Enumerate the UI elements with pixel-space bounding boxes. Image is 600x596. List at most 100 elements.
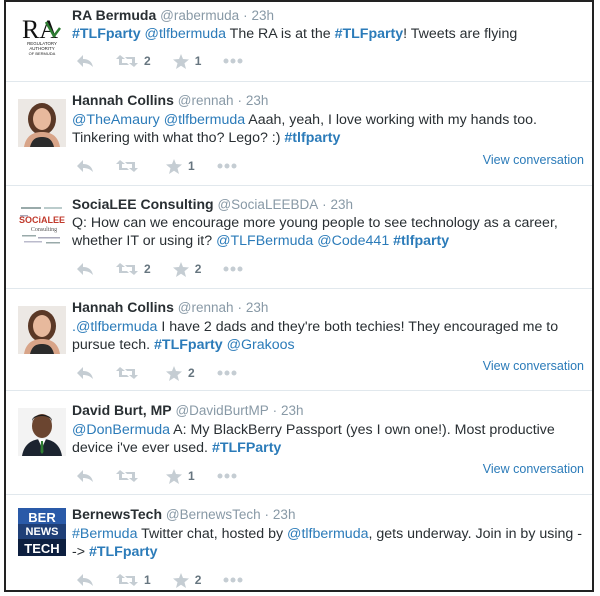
timestamp[interactable]: 23h xyxy=(331,197,354,212)
mention[interactable]: @tlfbermuda xyxy=(164,112,245,128)
view-conversation-link[interactable]: View conversation xyxy=(483,462,584,476)
more-icon xyxy=(217,473,237,479)
favorite-button[interactable]: 1 xyxy=(172,53,201,69)
favorite-button[interactable]: 2 xyxy=(166,365,195,381)
favorite-button[interactable]: 2 xyxy=(172,261,201,277)
more-button[interactable] xyxy=(223,577,243,583)
reply-button[interactable] xyxy=(76,469,94,483)
hashtag[interactable]: #Bermuda xyxy=(72,526,137,542)
more-button[interactable] xyxy=(217,163,237,169)
logo-line-1: BER xyxy=(28,510,56,525)
author-handle[interactable]: @SociaLEEBDA xyxy=(217,197,318,212)
mention[interactable]: @DonBermuda xyxy=(72,422,170,438)
star-icon xyxy=(166,468,182,484)
avatar[interactable] xyxy=(18,99,66,147)
avatar[interactable]: RA REGULATORY AUTHORITY OF BERMUDA xyxy=(18,12,66,60)
favorite-button[interactable]: 1 xyxy=(166,158,195,174)
tweet-actions: 2 2 xyxy=(76,260,265,278)
reply-button[interactable] xyxy=(76,159,94,173)
author-handle[interactable]: @rennah xyxy=(178,300,234,315)
favorite-button[interactable]: 2 xyxy=(172,572,201,588)
tweet-header: RA Bermuda @rabermuda · 23h xyxy=(72,7,274,23)
tweet-actions: 2 1 xyxy=(76,52,265,70)
author-handle[interactable]: @rabermuda xyxy=(160,8,239,23)
tweet[interactable]: Hannah Collins @rennah · 23h @TheAmaury … xyxy=(6,82,592,186)
author-name[interactable]: BernewsTech xyxy=(72,506,162,522)
tweet[interactable]: BER NEWS TECH BernewsTech @BernewsTech ·… xyxy=(6,495,592,590)
timestamp[interactable]: 23h xyxy=(246,300,269,315)
view-conversation-link[interactable]: View conversation xyxy=(483,359,584,373)
tweet[interactable]: Hannah Collins @rennah · 23h .@tlfbermud… xyxy=(6,289,592,391)
favorite-count: 1 xyxy=(188,469,195,483)
logo-text: RA xyxy=(22,15,58,44)
retweet-button[interactable] xyxy=(116,469,144,483)
reply-icon xyxy=(77,160,93,172)
avatar[interactable] xyxy=(18,408,66,456)
mention[interactable]: @tlfbermuda xyxy=(287,526,368,542)
reply-button[interactable] xyxy=(76,262,94,276)
avatar[interactable] xyxy=(18,306,66,354)
reply-icon xyxy=(77,470,93,482)
mention[interactable]: @TLFBermuda xyxy=(216,233,313,249)
author-name[interactable]: David Burt, MP xyxy=(72,402,172,418)
timestamp[interactable]: 23h xyxy=(251,8,274,23)
tweet[interactable]: David Burt, MP @DavidBurtMP · 23h @DonBe… xyxy=(6,391,592,495)
timestamp[interactable]: 23h xyxy=(273,507,296,522)
reply-button[interactable] xyxy=(76,366,94,380)
retweet-button[interactable]: 2 xyxy=(116,262,151,276)
more-icon xyxy=(223,266,243,272)
hashtag[interactable]: #TLFparty xyxy=(72,26,141,42)
author-handle[interactable]: @DavidBurtMP xyxy=(175,403,268,418)
retweet-icon xyxy=(116,160,138,172)
more-icon xyxy=(223,577,243,583)
view-conversation-link[interactable]: View conversation xyxy=(483,153,584,167)
mention[interactable]: @Grakoos xyxy=(227,337,295,353)
tweet[interactable]: RA REGULATORY AUTHORITY OF BERMUDA RA Be… xyxy=(6,2,592,82)
tweet-text: @TheAmaury @tlfbermuda Aaah, yeah, I lov… xyxy=(72,111,582,147)
hashtag[interactable]: #TLFparty xyxy=(154,337,223,353)
mention[interactable]: @Code441 xyxy=(317,233,389,249)
socialee-logo: SOCiALEE Consulting xyxy=(18,201,66,249)
retweet-button[interactable] xyxy=(116,159,144,173)
mention[interactable]: .@tlfbermuda xyxy=(72,319,157,335)
tweet[interactable]: SOCiALEE Consulting SociaLEE Consulting … xyxy=(6,186,592,289)
retweet-count: 2 xyxy=(144,262,151,276)
author-name[interactable]: Hannah Collins xyxy=(72,299,174,315)
favorite-button[interactable]: 1 xyxy=(166,468,195,484)
retweet-icon xyxy=(116,574,138,586)
author-name[interactable]: Hannah Collins xyxy=(72,92,174,108)
star-icon xyxy=(172,53,189,69)
more-button[interactable] xyxy=(217,370,237,376)
more-button[interactable] xyxy=(223,58,243,64)
hashtag[interactable]: #TLFParty xyxy=(212,440,281,456)
bernews-tech-logo: BER NEWS TECH xyxy=(18,508,66,556)
timestamp[interactable]: 23h xyxy=(281,403,304,418)
hashtag[interactable]: #TLFparty xyxy=(335,26,404,42)
favorite-count: 2 xyxy=(188,366,195,380)
timestamp[interactable]: 23h xyxy=(246,93,269,108)
mention[interactable]: @TheAmaury xyxy=(72,112,160,128)
retweet-button[interactable]: 2 xyxy=(116,54,151,68)
author-handle[interactable]: @BernewsTech xyxy=(166,507,261,522)
tweet-header: SociaLEE Consulting @SociaLEEBDA · 23h xyxy=(72,196,353,212)
separator: · xyxy=(264,507,270,522)
mention[interactable]: @tlfbermuda xyxy=(145,26,226,42)
reply-button[interactable] xyxy=(76,54,94,68)
more-button[interactable] xyxy=(217,473,237,479)
avatar[interactable]: SOCiALEE Consulting xyxy=(18,201,66,249)
favorite-count: 1 xyxy=(188,159,195,173)
author-name[interactable]: SociaLEE Consulting xyxy=(72,196,214,212)
hashtag[interactable]: #tlfparty xyxy=(284,130,340,146)
hashtag[interactable]: #tlfparty xyxy=(393,233,449,249)
author-handle[interactable]: @rennah xyxy=(178,93,234,108)
retweet-button[interactable]: 1 xyxy=(116,573,151,587)
reply-button[interactable] xyxy=(76,573,94,587)
author-name[interactable]: RA Bermuda xyxy=(72,7,156,23)
reply-icon xyxy=(77,367,93,379)
more-button[interactable] xyxy=(223,266,243,272)
avatar[interactable]: BER NEWS TECH xyxy=(18,508,66,556)
star-icon xyxy=(172,261,189,277)
retweet-count: 1 xyxy=(144,573,151,587)
retweet-button[interactable] xyxy=(116,366,144,380)
hashtag[interactable]: #TLFparty xyxy=(89,544,158,560)
